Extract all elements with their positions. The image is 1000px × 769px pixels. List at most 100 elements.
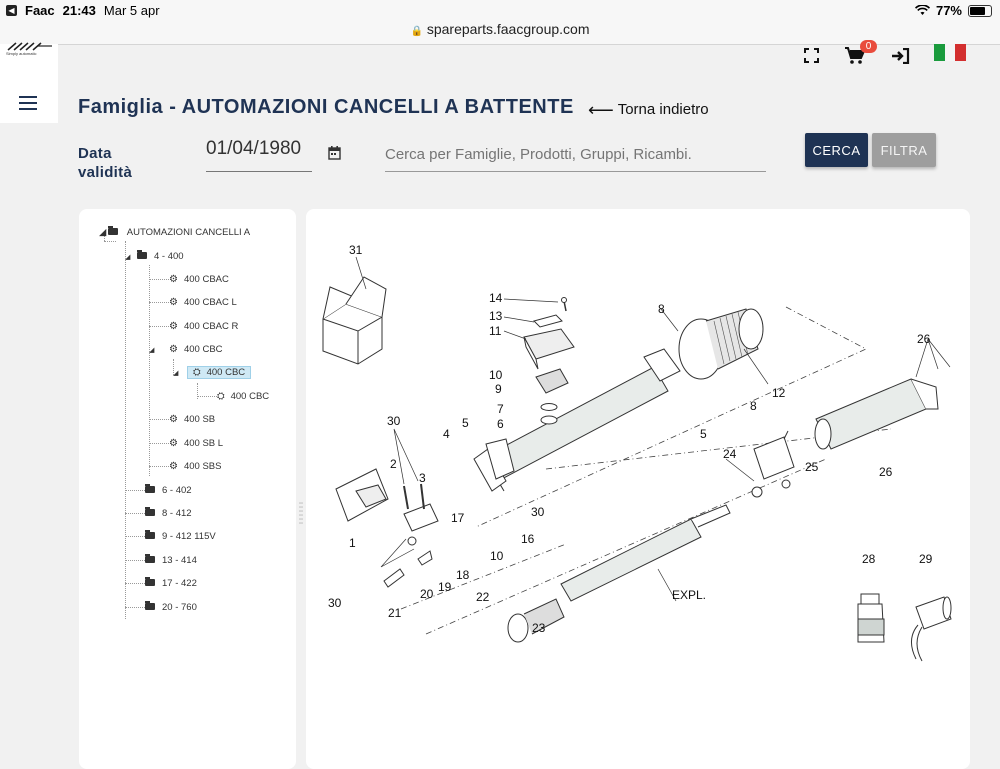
tree-item[interactable]: ◢ 4 - 400	[125, 248, 184, 266]
tree-root-label: AUTOMAZIONI CANCELLI A	[126, 227, 251, 238]
tree-item[interactable]: ⚙ 400 CBAC L	[149, 294, 237, 312]
gears-icon: ⚙	[169, 297, 178, 308]
date-label-line1: Data	[78, 145, 112, 162]
tree-item-label: 400 CBC	[206, 367, 246, 378]
panel-resize-handle[interactable]	[299, 500, 303, 530]
italian-flag-icon[interactable]	[934, 44, 967, 61]
tree-item-selected[interactable]: ◢ ⛭ 400 CBC	[173, 364, 252, 383]
tree-item[interactable]: ⚙ 400 CBAC	[149, 271, 229, 289]
part-label-10b[interactable]: 10	[490, 549, 504, 563]
status-bar: ◀ Faac 21:43 Mar 5 apr 77%	[0, 0, 1000, 22]
part-label-5b[interactable]: 5	[700, 427, 707, 441]
part-label-10[interactable]: 10	[489, 368, 503, 382]
exploded-view-drawing[interactable]: 31 14 13 11 8 10 9 7 6 12 8 26 30 2 4 5 …	[306, 209, 970, 769]
part-label-3[interactable]: 3	[419, 471, 426, 485]
filter-button[interactable]: FILTRA	[872, 133, 936, 167]
address-bar[interactable]: 🔒 spareparts.faacgroup.com	[0, 21, 1000, 45]
folder-icon	[137, 250, 147, 259]
part-label-9[interactable]: 9	[495, 382, 502, 396]
part-label-12[interactable]: 12	[772, 386, 786, 400]
url-text: spareparts.faacgroup.com	[426, 21, 590, 37]
back-link[interactable]: ⟵ Torna indietro	[588, 98, 709, 120]
tree-item[interactable]: ⚙ 400 SB	[149, 411, 215, 429]
part-label-24[interactable]: 24	[723, 447, 737, 461]
expand-toggle-icon[interactable]: ◢	[149, 342, 169, 360]
status-date: Mar 5 apr	[103, 3, 160, 18]
folder-icon	[145, 554, 155, 563]
date-field[interactable]: 01/04/1980	[206, 138, 312, 172]
header-actions: 0	[800, 40, 990, 74]
fullscreen-icon[interactable]	[804, 48, 819, 63]
tree-item[interactable]: ⚙ 400 CBAC R	[149, 318, 238, 336]
battery-percent: 77%	[935, 3, 962, 18]
part-label-21[interactable]: 21	[388, 606, 402, 620]
tree-item[interactable]: 13 - 414	[125, 552, 197, 570]
tree-item[interactable]: 6 - 402	[125, 482, 192, 500]
part-label-29[interactable]: 29	[919, 552, 933, 566]
part-label-1[interactable]: 1	[349, 536, 356, 550]
part-label-19[interactable]: 19	[438, 580, 452, 594]
part-label-23[interactable]: 23	[532, 621, 546, 635]
tree-item-label: 6 - 402	[162, 485, 192, 496]
part-label-16[interactable]: 16	[521, 532, 535, 546]
tree-item[interactable]: 9 - 412 115V	[125, 528, 216, 546]
exploded-diagram-panel[interactable]: 31 14 13 11 8 10 9 7 6 12 8 26 30 2 4 5 …	[306, 209, 970, 769]
part-label-31[interactable]: 31	[349, 243, 363, 257]
part-label-30c[interactable]: 30	[328, 596, 342, 610]
gears-icon: ⚙	[169, 414, 178, 425]
part-label-26[interactable]: 26	[917, 332, 931, 346]
tree-item[interactable]: ⚙ 400 SBS	[149, 458, 221, 476]
back-to-app-icon[interactable]: ◀	[6, 5, 17, 16]
part-label-11[interactable]: 11	[489, 324, 502, 338]
part-label-30b[interactable]: 30	[531, 505, 545, 519]
part-label-5[interactable]: 5	[462, 416, 469, 430]
part-label-4[interactable]: 4	[443, 427, 450, 441]
part-label-13[interactable]: 13	[489, 309, 503, 323]
tree-item-label: 20 - 760	[162, 602, 197, 613]
expand-toggle-icon[interactable]: ◢	[173, 365, 187, 383]
expand-toggle-icon[interactable]: ◢	[99, 224, 106, 242]
part-label-8b[interactable]: 8	[750, 399, 757, 413]
part-label-8[interactable]: 8	[658, 302, 665, 316]
gears-icon: ⚙	[169, 344, 178, 355]
part-label-17[interactable]: 17	[451, 511, 465, 525]
tree-item[interactable]: ⛭ 400 CBC	[197, 388, 269, 406]
part-label-30[interactable]: 30	[387, 414, 401, 428]
folder-icon	[145, 507, 155, 516]
wifi-icon	[914, 5, 930, 15]
part-label-25[interactable]: 25	[805, 460, 819, 474]
arrow-left-icon: ⟵	[588, 100, 614, 120]
tree-item[interactable]: 17 - 422	[125, 575, 197, 593]
part-label-7[interactable]: 7	[497, 402, 504, 416]
expand-toggle-icon[interactable]: ◢	[125, 249, 137, 267]
tree-item[interactable]: ⚙ 400 SB L	[149, 435, 223, 453]
part-label-20[interactable]: 20	[420, 587, 434, 601]
folder-icon	[145, 601, 155, 610]
tree-item[interactable]: ◢ ⚙ 400 CBC	[149, 341, 223, 359]
lock-icon: 🔒	[410, 26, 423, 37]
menu-hamburger-icon[interactable]	[19, 96, 37, 110]
search-input[interactable]	[385, 138, 766, 172]
group-icon: ⛭	[217, 391, 225, 402]
date-label: Data validità	[78, 144, 132, 182]
part-label-2[interactable]: 2	[390, 457, 397, 471]
part-label-22[interactable]: 22	[476, 590, 490, 604]
tree-item[interactable]: 8 - 412	[125, 505, 192, 523]
part-label-18[interactable]: 18	[456, 568, 470, 582]
tree-item-label: 400 SB	[183, 414, 216, 425]
tree-item-label: 9 - 412 115V	[162, 531, 216, 542]
logo-area: Simply automatic	[0, 42, 58, 123]
logo-tagline: Simply automatic	[6, 51, 37, 56]
part-label-6[interactable]: 6	[497, 417, 504, 431]
part-label-14[interactable]: 14	[489, 291, 503, 305]
part-label-26b[interactable]: 26	[879, 465, 893, 479]
login-icon[interactable]	[891, 48, 910, 64]
tree-item-label: 400 SB L	[183, 438, 224, 449]
part-label-28[interactable]: 28	[862, 552, 876, 566]
tree-item[interactable]: 20 - 760	[125, 599, 197, 617]
part-label-expl[interactable]: EXPL.	[672, 588, 706, 602]
calendar-icon[interactable]	[328, 146, 341, 160]
tree-root[interactable]: ◢ AUTOMAZIONI CANCELLI A	[99, 224, 250, 242]
search-button[interactable]: CERCA	[805, 133, 868, 167]
folder-icon	[145, 577, 155, 586]
